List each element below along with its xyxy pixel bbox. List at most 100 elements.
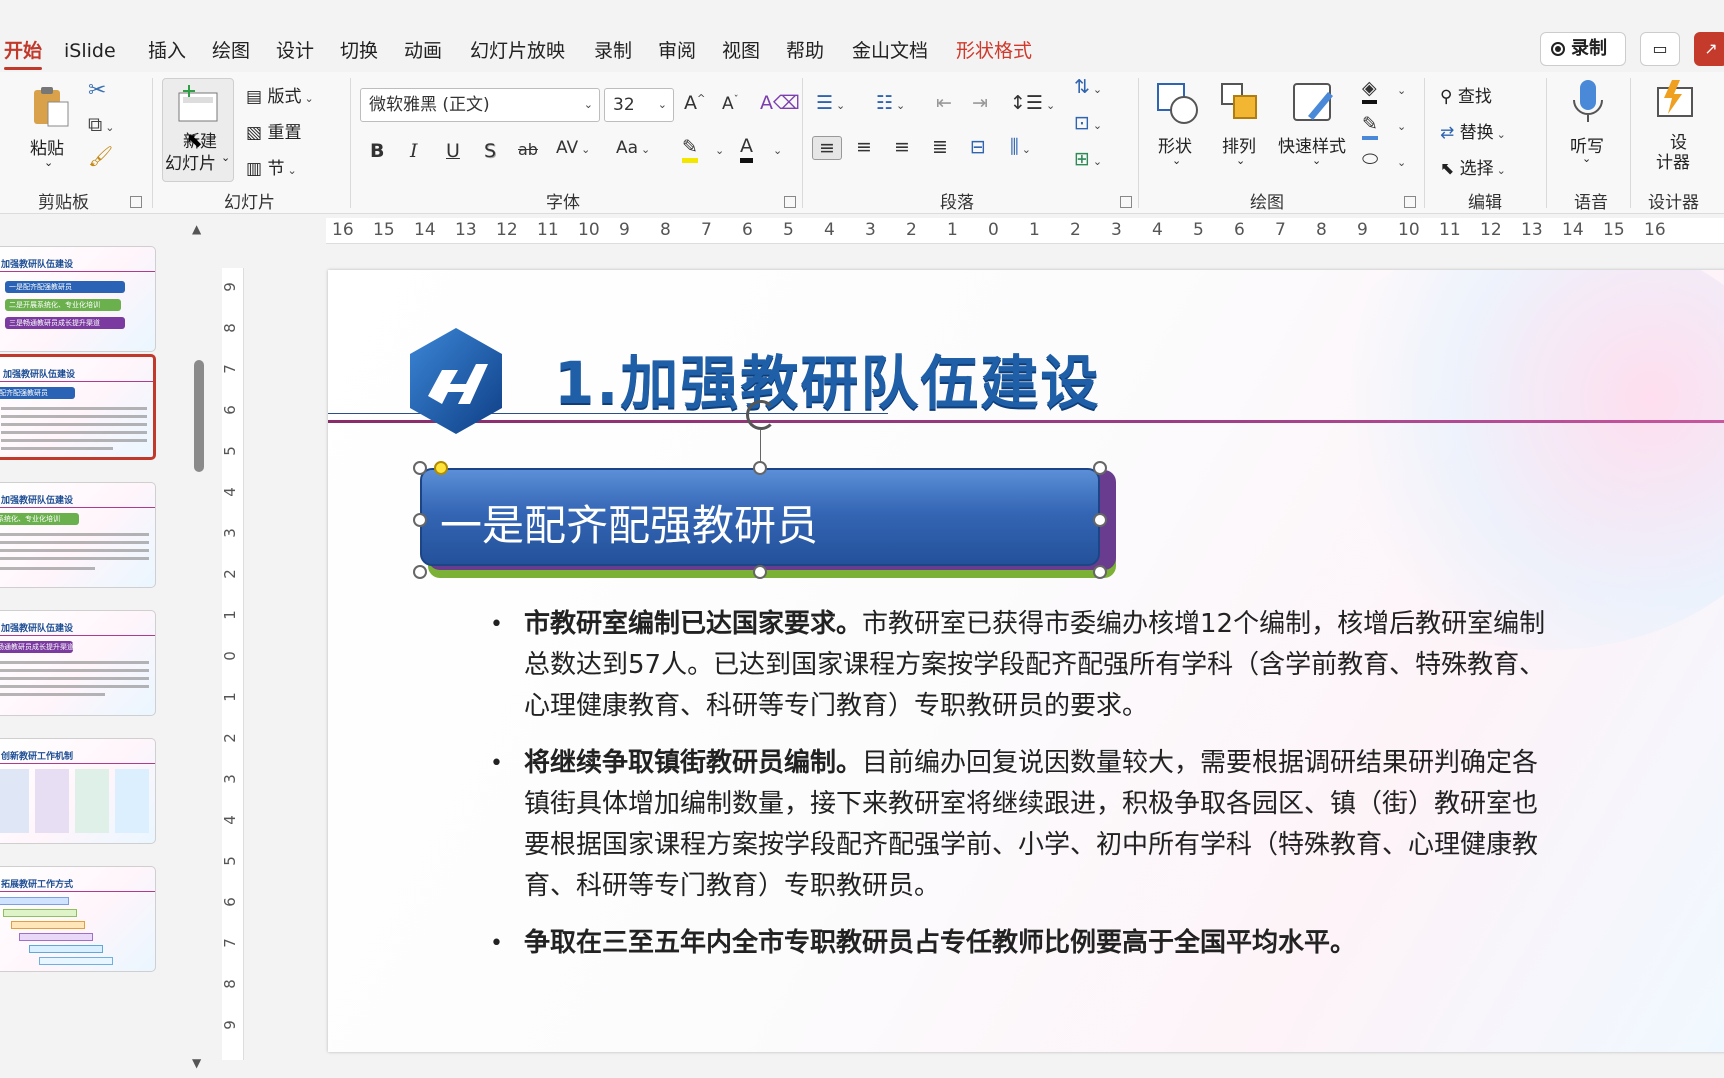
slide-thumbnail[interactable]: 加强教研队伍建设 一是配齐配强教研员 二是开展系统化、专业化培训 三是畅通教研员… bbox=[0, 246, 156, 352]
bullets-icon[interactable]: ☰ ⌄ bbox=[816, 92, 845, 114]
slide-title[interactable]: 1.加强教研队伍建设 bbox=[554, 336, 1100, 420]
find-button[interactable]: ⚲ 查找 bbox=[1440, 82, 1492, 107]
designer-button[interactable]: 设 计器 bbox=[1648, 78, 1708, 178]
line-spacing-icon[interactable]: ↕☰ ⌄ bbox=[1010, 92, 1055, 114]
resize-handle[interactable] bbox=[413, 565, 427, 579]
slide-thumbnail-selected[interactable]: 加强教研队伍建设 配齐配强教研员 bbox=[0, 354, 156, 460]
clipboard-launcher-icon[interactable] bbox=[130, 196, 142, 208]
resize-handle[interactable] bbox=[753, 461, 767, 475]
columns-icon[interactable]: ⫼ ⌄ bbox=[1010, 136, 1031, 158]
tab-home[interactable]: 开始 bbox=[4, 34, 43, 70]
increase-indent-icon[interactable]: ⇥ bbox=[972, 92, 988, 114]
slide-thumbnail[interactable]: 加强教研队伍建设 系统化、专业化培训 bbox=[0, 482, 156, 588]
shrink-font-icon[interactable]: Aˇ bbox=[722, 94, 739, 114]
tab-slideshow[interactable]: 幻灯片放映 bbox=[470, 34, 565, 68]
scroll-up-icon[interactable]: ▲ bbox=[192, 222, 201, 236]
resize-handle[interactable] bbox=[1093, 565, 1107, 579]
drawing-launcher-icon[interactable] bbox=[1404, 196, 1416, 208]
text-direction-icon[interactable]: ⇅ ⌄ bbox=[1074, 76, 1102, 98]
reset-button[interactable]: ▧ 重置 bbox=[246, 118, 301, 143]
shape-text[interactable]: 一是配齐配强教研员 bbox=[440, 492, 818, 553]
resize-handle[interactable] bbox=[1093, 461, 1107, 475]
powerpoint-window: 开始 iSlide 插入 绘图 设计 切换 动画 幻灯片放映 录制 审阅 视图 … bbox=[0, 0, 1724, 1078]
strikethrough-button[interactable]: ab bbox=[518, 140, 538, 159]
align-right-icon[interactable]: ≡ bbox=[894, 136, 910, 158]
chevron-down-icon[interactable]: ⌄ bbox=[773, 144, 782, 157]
thumbnail-scrollbar[interactable] bbox=[194, 360, 204, 472]
tab-review[interactable]: 审阅 bbox=[658, 34, 696, 68]
underline-button[interactable]: U bbox=[446, 140, 460, 162]
highlight-color-icon[interactable]: ✎ bbox=[682, 136, 698, 163]
resize-handle[interactable] bbox=[413, 513, 427, 527]
smartart-icon[interactable]: ⊞ ⌄ bbox=[1074, 148, 1102, 170]
tab-view[interactable]: 视图 bbox=[722, 34, 760, 68]
numbering-icon[interactable]: ☷ ⌄ bbox=[876, 92, 905, 114]
tab-shape-format[interactable]: 形状格式 bbox=[956, 34, 1032, 68]
shape-fill-icon[interactable]: ◈ bbox=[1362, 76, 1377, 104]
tab-help[interactable]: 帮助 bbox=[786, 34, 824, 68]
tab-design[interactable]: 设计 bbox=[276, 34, 314, 68]
record-button[interactable]: 录制 bbox=[1540, 32, 1626, 66]
tab-insert[interactable]: 插入 bbox=[148, 34, 186, 68]
align-text-icon[interactable]: ⊡ ⌄ bbox=[1074, 112, 1102, 134]
resize-handle[interactable] bbox=[753, 565, 767, 579]
bold-button[interactable]: B bbox=[370, 140, 384, 162]
format-painter-icon[interactable]: 🖌 bbox=[88, 144, 113, 168]
tab-transitions[interactable]: 切换 bbox=[340, 34, 378, 68]
slide-thumbnail[interactable]: 拓展教研工作方式 bbox=[0, 866, 156, 972]
clear-formatting-icon[interactable]: A⌫ bbox=[760, 92, 800, 114]
italic-button[interactable]: I bbox=[410, 140, 418, 162]
font-launcher-icon[interactable] bbox=[784, 196, 796, 208]
chevron-down-icon[interactable]: ⌄ bbox=[715, 144, 724, 157]
chevron-down-icon[interactable]: ⌄ bbox=[1397, 120, 1406, 133]
justify-icon[interactable]: ≣ bbox=[932, 136, 948, 158]
slide-thumbnail[interactable]: 加强教研队伍建设 畅通教研员成长提升渠道 bbox=[0, 610, 156, 716]
selected-shape[interactable]: 一是配齐配强教研员 bbox=[420, 468, 1116, 578]
section-button[interactable]: ▥ 节 ⌄ bbox=[246, 154, 297, 179]
character-spacing-button[interactable]: AV ⌄ bbox=[556, 138, 590, 158]
tab-animations[interactable]: 动画 bbox=[404, 34, 442, 68]
shape-effects-icon[interactable]: ⬭ bbox=[1362, 148, 1378, 170]
ruler-tick-label: 7 bbox=[701, 220, 712, 240]
grow-font-icon[interactable]: A^ bbox=[684, 92, 705, 114]
align-center-icon[interactable]: ≡ bbox=[856, 136, 872, 158]
distributed-icon[interactable]: ⊟ bbox=[970, 136, 986, 158]
paragraph-launcher-icon[interactable] bbox=[1120, 196, 1132, 208]
shapes-button[interactable]: 形状 ⌄ bbox=[1154, 80, 1208, 180]
tab-kingsoft-docs[interactable]: 金山文档 bbox=[852, 34, 928, 68]
cut-icon[interactable]: ✂ bbox=[88, 78, 106, 103]
ruler-tick-label: 0 bbox=[988, 220, 999, 240]
chevron-down-icon: ⌄ bbox=[1312, 154, 1322, 167]
slide-thumbnail[interactable]: 创新教研工作机制 bbox=[0, 738, 156, 844]
tab-draw[interactable]: 绘图 bbox=[212, 34, 250, 68]
scroll-down-icon[interactable]: ▼ bbox=[192, 1056, 201, 1070]
arrange-button[interactable]: 排列 ⌄ bbox=[1218, 80, 1272, 180]
text-shadow-button[interactable]: S bbox=[484, 140, 496, 162]
chevron-down-icon[interactable]: ⌄ bbox=[1397, 156, 1406, 169]
copy-icon[interactable]: ⧉ ⌄ bbox=[88, 112, 115, 136]
adjust-handle[interactable] bbox=[434, 461, 448, 475]
select-button[interactable]: ⬉ 选择 ⌄ bbox=[1440, 154, 1506, 179]
font-color-button[interactable]: A bbox=[740, 134, 753, 163]
font-size-select[interactable]: 32 ⌄ bbox=[604, 88, 674, 122]
tab-islide[interactable]: iSlide bbox=[64, 34, 116, 68]
rotate-handle-icon[interactable] bbox=[746, 400, 776, 430]
chevron-down-icon[interactable]: ⌄ bbox=[1397, 84, 1406, 97]
align-left-icon[interactable]: ≡ bbox=[812, 136, 842, 160]
layout-button[interactable]: ▤ 版式 ⌄ bbox=[246, 82, 314, 107]
font-name-select[interactable]: 微软雅黑 (正文) ⌄ bbox=[360, 88, 600, 122]
comments-button[interactable]: ▭ bbox=[1640, 32, 1680, 66]
dictate-button[interactable]: 听写 ⌄ bbox=[1560, 78, 1614, 178]
share-button[interactable]: ↗ bbox=[1694, 32, 1724, 66]
resize-handle[interactable] bbox=[413, 461, 427, 475]
slide-canvas[interactable]: 1.加强教研队伍建设 一是配齐配强教研员 市教研室编制已达国家要求。市教研室已获… bbox=[328, 270, 1724, 1052]
tab-record[interactable]: 录制 bbox=[594, 34, 632, 68]
decrease-indent-icon[interactable]: ⇤ bbox=[936, 92, 952, 114]
resize-handle[interactable] bbox=[1093, 513, 1107, 527]
quick-styles-button[interactable]: 快速样式 ⌄ bbox=[1278, 80, 1358, 180]
body-text[interactable]: 市教研室编制已达国家要求。市教研室已获得市委编办核增12个编制，核增后教研室编制… bbox=[488, 604, 1548, 980]
replace-button[interactable]: ⇄ 替换 ⌄ bbox=[1440, 118, 1506, 143]
shape-outline-icon[interactable]: ✎ bbox=[1362, 112, 1378, 140]
paste-button[interactable]: 粘贴 ⌄ bbox=[26, 80, 76, 180]
change-case-button[interactable]: Aa ⌄ bbox=[616, 138, 650, 158]
